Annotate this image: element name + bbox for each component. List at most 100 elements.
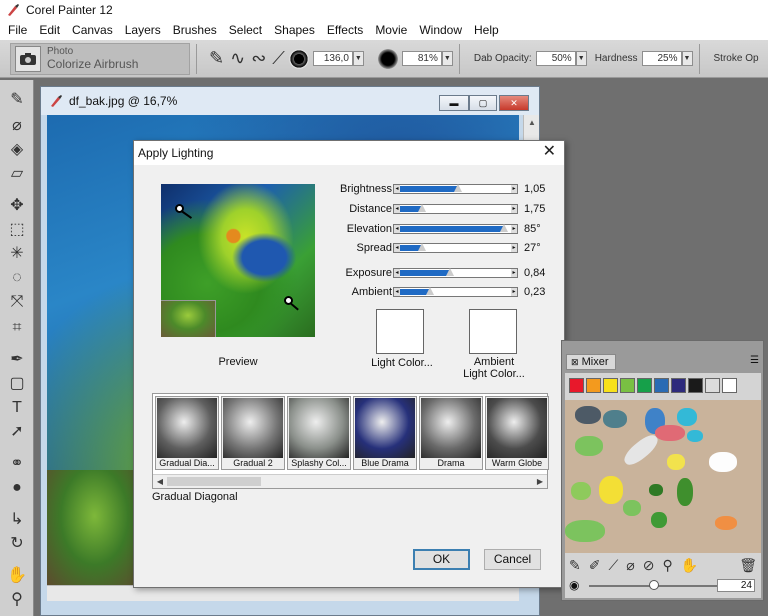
mixer-menu-icon[interactable]: ☰ (750, 355, 759, 366)
stroke-curve-icon[interactable]: ∿ (230, 48, 245, 69)
grabber-tool-icon[interactable]: ✋ (7, 566, 27, 586)
brush-size-field[interactable]: 136,0 (312, 51, 353, 66)
slider-track[interactable]: ◂ ▸ (393, 224, 518, 234)
lighting-preset[interactable]: Drama (419, 396, 483, 470)
menu-file[interactable]: File (2, 20, 33, 40)
slider-elevation[interactable]: Elevation ◂ ▸ 85° (334, 222, 542, 236)
menu-brushes[interactable]: Brushes (167, 20, 223, 40)
magnifier-tool-icon[interactable]: ⚲ (7, 590, 27, 610)
light-color-label[interactable]: Light Color... (362, 357, 442, 369)
slider-track[interactable]: ◂ ▸ (393, 243, 518, 253)
mixer-color-swatch[interactable] (654, 378, 669, 393)
mixer-trash-icon[interactable]: 🗑 (739, 557, 757, 577)
menu-help[interactable]: Help (468, 20, 505, 40)
mixer-color-swatch[interactable] (637, 378, 652, 393)
slider-ambient[interactable]: Ambient ◂ ▸ 0,23 (334, 285, 546, 299)
mixer-size-field[interactable]: 24 (717, 579, 755, 592)
paint-bucket-icon[interactable]: ◈ (7, 140, 27, 160)
mixer-color-swatch[interactable] (586, 378, 601, 393)
hardness-field[interactable]: 25% (641, 51, 682, 66)
mixer-color-swatch[interactable] (569, 378, 584, 393)
close-button[interactable]: ✕ (499, 95, 529, 111)
mixer-pad[interactable] (565, 400, 761, 553)
cloner-tool-icon[interactable]: ⚭ (7, 454, 27, 474)
scroll-right-icon[interactable]: ▶ (533, 475, 547, 488)
slider-right-arrow-icon[interactable]: ▸ (511, 288, 517, 296)
menu-effects[interactable]: Effects (321, 20, 369, 40)
divine-proportion-icon[interactable]: ↳ (7, 510, 27, 530)
mixer-color-swatch[interactable] (603, 378, 618, 393)
slider-thumb[interactable] (426, 287, 434, 295)
scroll-thumb[interactable] (167, 477, 261, 486)
cancel-button[interactable]: Cancel (484, 549, 541, 570)
menu-layers[interactable]: Layers (119, 20, 167, 40)
menu-movie[interactable]: Movie (369, 20, 413, 40)
shape-selection-icon[interactable]: ➚ (7, 422, 27, 442)
menu-shapes[interactable]: Shapes (268, 20, 321, 40)
mixer-close-icon[interactable]: ⊠ (571, 357, 579, 367)
mixer-sample-dropper-icon[interactable]: ⊘ (643, 557, 655, 577)
scroll-left-icon[interactable]: ◀ (153, 475, 167, 488)
light-source-knob-2[interactable] (284, 296, 293, 305)
mixer-multi-brush-icon[interactable]: ✐ (589, 557, 601, 577)
slider-spread[interactable]: Spread ◂ ▸ 27° (334, 241, 542, 255)
slider-thumb[interactable] (454, 184, 462, 192)
menu-window[interactable]: Window (413, 20, 468, 40)
light-color-swatch[interactable] (376, 309, 424, 354)
rect-select-icon[interactable]: ⬚ (7, 220, 27, 240)
slider-track[interactable]: ◂ ▸ (393, 184, 518, 194)
opacity-field[interactable]: 81% (401, 51, 442, 66)
slider-thumb[interactable] (418, 204, 426, 212)
lighting-preset[interactable]: Gradual Dia... (155, 396, 219, 470)
mixer-color-swatch[interactable] (688, 378, 703, 393)
library-scrollbar[interactable]: ◀ ▶ (153, 474, 547, 488)
opacity-dropdown-icon[interactable]: ▼ (441, 51, 453, 66)
ok-button[interactable]: OK (413, 549, 470, 570)
slider-exposure[interactable]: Exposure ◂ ▸ 0,84 (334, 266, 546, 280)
slider-right-arrow-icon[interactable]: ▸ (511, 244, 517, 252)
pen-tool-icon[interactable]: ✒ (7, 350, 27, 370)
mixer-color-swatch[interactable] (620, 378, 635, 393)
slider-track[interactable]: ◂ ▸ (393, 204, 518, 214)
menu-select[interactable]: Select (223, 20, 268, 40)
size-dropdown-icon[interactable]: ▼ (352, 51, 364, 66)
hardness-dropdown-icon[interactable]: ▼ (681, 51, 693, 66)
dialog-close-icon[interactable]: ✕ (543, 144, 556, 160)
mixer-tab[interactable]: ⊠ Mixer (566, 354, 616, 370)
mixer-dropper-icon[interactable]: ⌀ (626, 557, 634, 577)
stroke-loop-icon[interactable]: ∾ (251, 48, 266, 69)
ambient-color-label[interactable]: Ambient Light Color... (449, 356, 539, 380)
stroke-line-icon[interactable]: ⟋ (272, 48, 285, 69)
dodge-tool-icon[interactable]: ● (7, 478, 27, 498)
lasso-tool-icon[interactable]: ◌ (7, 268, 27, 288)
layer-adjuster-icon[interactable]: ✥ (7, 196, 27, 216)
transform-tool-icon[interactable]: ⤧ (7, 292, 27, 312)
magic-wand-icon[interactable]: ✳ (7, 244, 27, 264)
scroll-up-icon[interactable]: ▲ (524, 115, 540, 131)
lighting-preset[interactable]: Splashy Col... (287, 396, 351, 470)
eraser-tool-icon[interactable]: ▱ (7, 164, 27, 184)
crop-tool-icon[interactable]: ⌗ (7, 318, 27, 338)
slider-track[interactable]: ◂ ▸ (393, 268, 518, 278)
mixer-brush-icon[interactable]: ✎ (569, 557, 581, 577)
mixer-pan-icon[interactable]: ✋ (681, 557, 698, 577)
slider-distance[interactable]: Distance ◂ ▸ 1,75 (334, 202, 545, 216)
slider-right-arrow-icon[interactable]: ▸ (511, 225, 517, 233)
lighting-preset[interactable]: Gradual 2 (221, 396, 285, 470)
mixer-size-knob[interactable] (649, 580, 659, 590)
lighting-preset[interactable]: Blue Drama (353, 396, 417, 470)
slider-right-arrow-icon[interactable]: ▸ (511, 185, 517, 193)
brush-tool-icon[interactable]: ✎ (7, 90, 27, 110)
minimize-button[interactable]: ▬ (439, 95, 469, 111)
lighting-preview[interactable] (161, 184, 315, 337)
slider-thumb[interactable] (446, 268, 454, 276)
mixer-knife-icon[interactable]: ⟋ (608, 557, 618, 577)
rectangle-shape-icon[interactable]: ▢ (7, 374, 27, 394)
dropper-tool-icon[interactable]: ⌀ (7, 116, 27, 136)
maximize-button[interactable]: ▢ (469, 95, 497, 111)
text-tool-icon[interactable]: T (7, 398, 27, 418)
slider-thumb[interactable] (418, 243, 426, 251)
menu-edit[interactable]: Edit (33, 20, 66, 40)
brush-selector[interactable]: Photo Colorize Airbrush (10, 42, 190, 75)
dab-opacity-dropdown-icon[interactable]: ▼ (575, 51, 587, 66)
